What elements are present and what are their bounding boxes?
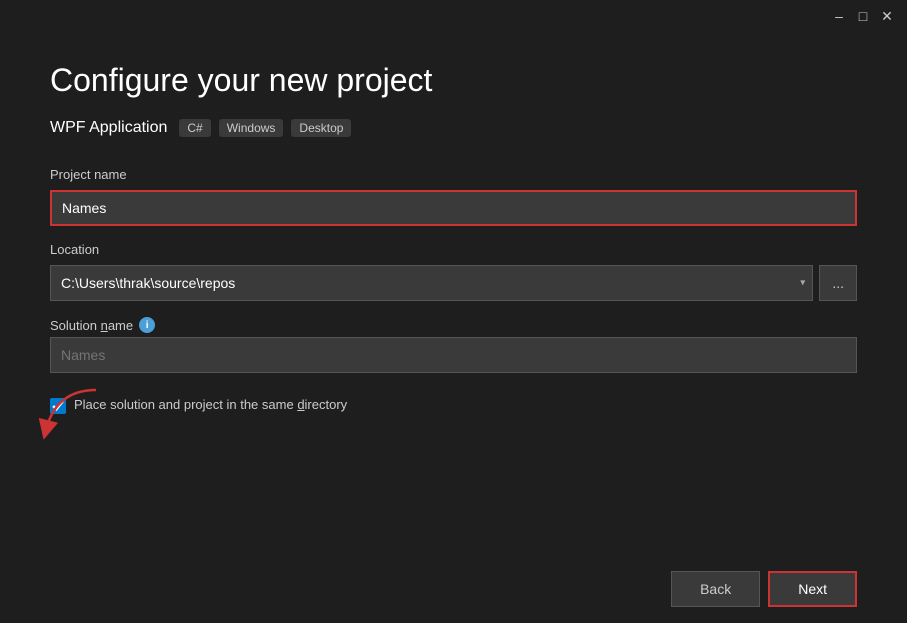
location-select[interactable]: C:\Users\thrak\source\repos: [50, 265, 813, 301]
back-button[interactable]: Back: [671, 571, 760, 607]
checkbox-row: Place solution and project in the same d…: [50, 397, 857, 414]
title-bar-controls: – □ ✕: [831, 8, 895, 24]
tag-desktop: Desktop: [291, 119, 351, 137]
solution-name-label: Solution name: [50, 318, 133, 333]
solution-label-row: Solution name i: [50, 317, 857, 333]
maximize-button[interactable]: □: [855, 8, 871, 24]
project-name-label: Project name: [50, 167, 857, 182]
project-type-row: WPF Application C# Windows Desktop: [50, 119, 857, 137]
form-section: Project name Location C:\Users\thrak\sou…: [50, 167, 857, 535]
next-button[interactable]: Next: [768, 571, 857, 607]
location-group: Location C:\Users\thrak\source\repos ▾ .…: [50, 242, 857, 301]
checkbox-label[interactable]: Place solution and project in the same d…: [74, 397, 347, 412]
location-input-wrapper: C:\Users\thrak\source\repos ▾: [50, 265, 813, 301]
solution-name-group: Solution name i: [50, 317, 857, 373]
tag-windows: Windows: [219, 119, 284, 137]
project-type-label: WPF Application: [50, 119, 167, 137]
project-name-group: Project name: [50, 167, 857, 226]
bottom-bar: Back Next: [0, 555, 907, 623]
tag-csharp: C#: [179, 119, 210, 137]
browse-button[interactable]: ...: [819, 265, 857, 301]
same-directory-checkbox[interactable]: [50, 398, 66, 414]
page-title: Configure your new project: [50, 62, 857, 99]
main-content: Configure your new project WPF Applicati…: [0, 32, 907, 555]
location-row: C:\Users\thrak\source\repos ▾ ...: [50, 265, 857, 301]
info-icon[interactable]: i: [139, 317, 155, 333]
window: – □ ✕ Configure your new project WPF App…: [0, 0, 907, 623]
close-button[interactable]: ✕: [879, 8, 895, 24]
minimize-button[interactable]: –: [831, 8, 847, 24]
location-label: Location: [50, 242, 857, 257]
title-bar: – □ ✕: [0, 0, 907, 32]
project-name-input[interactable]: [50, 190, 857, 226]
solution-name-input[interactable]: [50, 337, 857, 373]
